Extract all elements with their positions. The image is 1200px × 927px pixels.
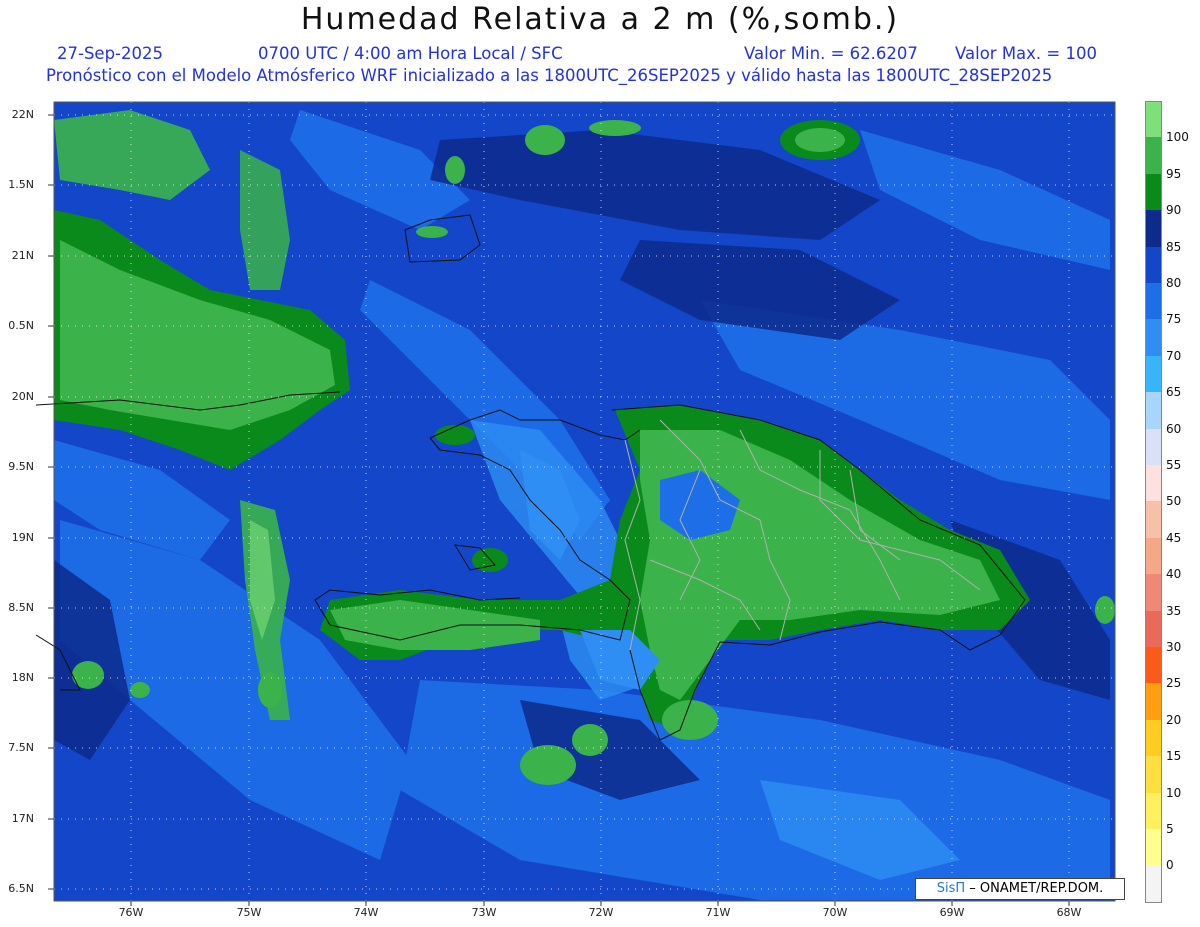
lat-label: 6.5N xyxy=(8,882,34,895)
colorbar-label: 5 xyxy=(1166,822,1174,836)
lon-label: 70W xyxy=(822,906,848,919)
lon-label: 68W xyxy=(1056,906,1082,919)
colorbar-label: 60 xyxy=(1166,421,1182,436)
colorbar-label: 50 xyxy=(1166,494,1182,509)
colorbar-swatch xyxy=(1145,392,1162,430)
colorbar-label: 40 xyxy=(1166,567,1182,582)
colorbar-swatch xyxy=(1145,610,1162,648)
colorbar-swatch xyxy=(1145,246,1162,284)
colorbar-swatch xyxy=(1145,756,1162,794)
lat-label: 21N xyxy=(11,249,34,262)
colorbar-swatch xyxy=(1145,355,1162,393)
colorbar-label: 55 xyxy=(1166,458,1182,472)
colorbar-swatch xyxy=(1145,537,1162,575)
colorbar-swatch xyxy=(1145,173,1162,211)
lon-label: 75W xyxy=(236,906,262,919)
colorbar-swatch xyxy=(1145,210,1162,248)
colorbar-swatch xyxy=(1145,428,1162,466)
colorbar-label: 15 xyxy=(1166,749,1182,764)
colorbar-label: 85 xyxy=(1166,239,1182,254)
colorbar-label: 100 xyxy=(1166,130,1189,145)
lat-label: 7.5N xyxy=(8,741,34,754)
colorbar-swatch xyxy=(1145,829,1162,866)
colorbar-swatch xyxy=(1145,465,1162,502)
colorbar-label: 30 xyxy=(1166,640,1182,654)
colorbar-label: 80 xyxy=(1166,276,1182,290)
colorbar-swatch xyxy=(1145,283,1162,320)
colorbar-swatch xyxy=(1145,792,1162,830)
lat-label: 19N xyxy=(11,531,34,544)
colorbar-label: 35 xyxy=(1166,603,1182,618)
lon-label: 69W xyxy=(939,906,965,919)
colorbar-swatch xyxy=(1145,719,1162,757)
colorbar-label: 75 xyxy=(1166,312,1182,327)
colorbar-label: 10 xyxy=(1166,785,1182,800)
lat-label: 17N xyxy=(11,812,34,825)
lon-label: 73W xyxy=(471,906,497,919)
credit-org: – ONAMET/REP.DOM. xyxy=(965,881,1104,896)
colorbar-swatch xyxy=(1145,683,1162,721)
lat-label: 18N xyxy=(11,671,34,684)
colorbar-swatch xyxy=(1145,319,1162,357)
lat-label: 1.5N xyxy=(8,178,34,191)
colorbar-swatch xyxy=(1145,501,1162,539)
colorbar-swatch xyxy=(1145,137,1162,175)
colorbar-label: 90 xyxy=(1166,203,1182,218)
sis-logo-text: SisΠ xyxy=(936,881,966,896)
colorbar-label: 25 xyxy=(1166,676,1182,691)
lat-label: 20N xyxy=(11,390,34,403)
lat-label: 8.5N xyxy=(8,601,34,614)
lon-label: 76W xyxy=(118,906,144,919)
lon-label: 74W xyxy=(353,906,379,919)
colorbar-label: 0 xyxy=(1166,858,1174,873)
lon-label: 71W xyxy=(705,906,731,919)
credit-box: SisΠ – ONAMET/REP.DOM. xyxy=(915,878,1125,900)
colorbar-label: 20 xyxy=(1166,712,1182,727)
colorbar-label: 70 xyxy=(1166,348,1182,363)
lat-label: 9.5N xyxy=(8,460,34,473)
colorbar-swatch xyxy=(1145,865,1162,904)
colorbar-label: 95 xyxy=(1166,166,1182,181)
lat-label: 0.5N xyxy=(8,319,34,332)
colorbar-label: 45 xyxy=(1166,530,1182,545)
colorbar-swatch xyxy=(1145,574,1162,612)
colorbar-swatch xyxy=(1145,647,1162,684)
lon-label: 72W xyxy=(588,906,614,919)
humidity-map xyxy=(35,101,1116,906)
colorbar-label: 65 xyxy=(1166,385,1182,400)
colorbar-swatch xyxy=(1145,101,1162,139)
lat-label: 22N xyxy=(11,108,34,121)
